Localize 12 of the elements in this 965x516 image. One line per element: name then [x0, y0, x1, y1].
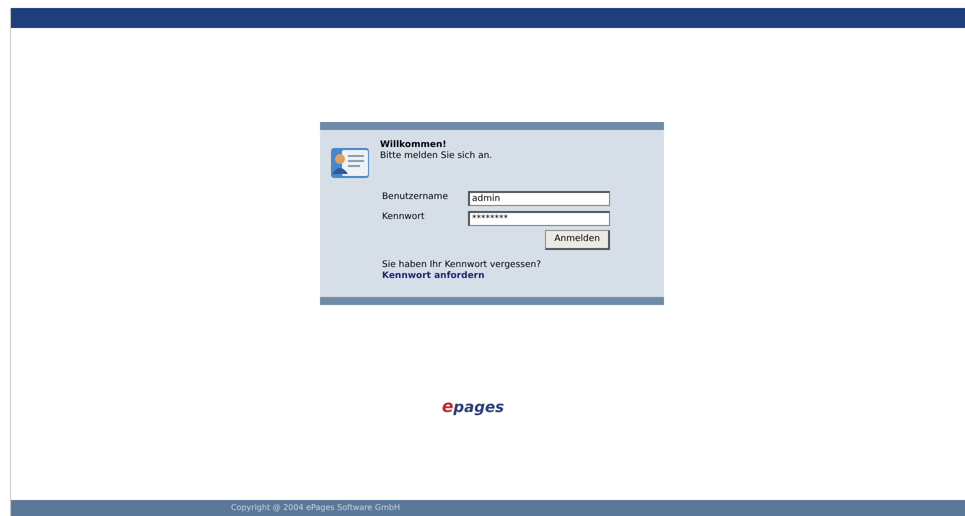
- epages-logo: epages: [442, 398, 504, 416]
- welcome-title: Willkommen!: [380, 140, 448, 151]
- id-card-icon: [330, 146, 370, 180]
- input-field[interactable]: admin: [468, 190, 610, 206]
- request-password-link[interactable]: Kennwort anfordern: [382, 271, 654, 282]
- welcome-subtitle: Bitte melden Sie sich an.: [380, 151, 494, 162]
- input-field[interactable]: ********: [468, 210, 610, 226]
- field-label: Benutzername: [382, 191, 449, 204]
- forgot-password-text: Sie haben Ihr Kennwort vergessen?: [382, 260, 542, 271]
- copyright-text: Copyright @ 2004 ePages Software GmbH: [231, 502, 400, 514]
- field-label: Kennwort: [382, 211, 426, 224]
- login-button[interactable]: Anmelden: [545, 230, 610, 250]
